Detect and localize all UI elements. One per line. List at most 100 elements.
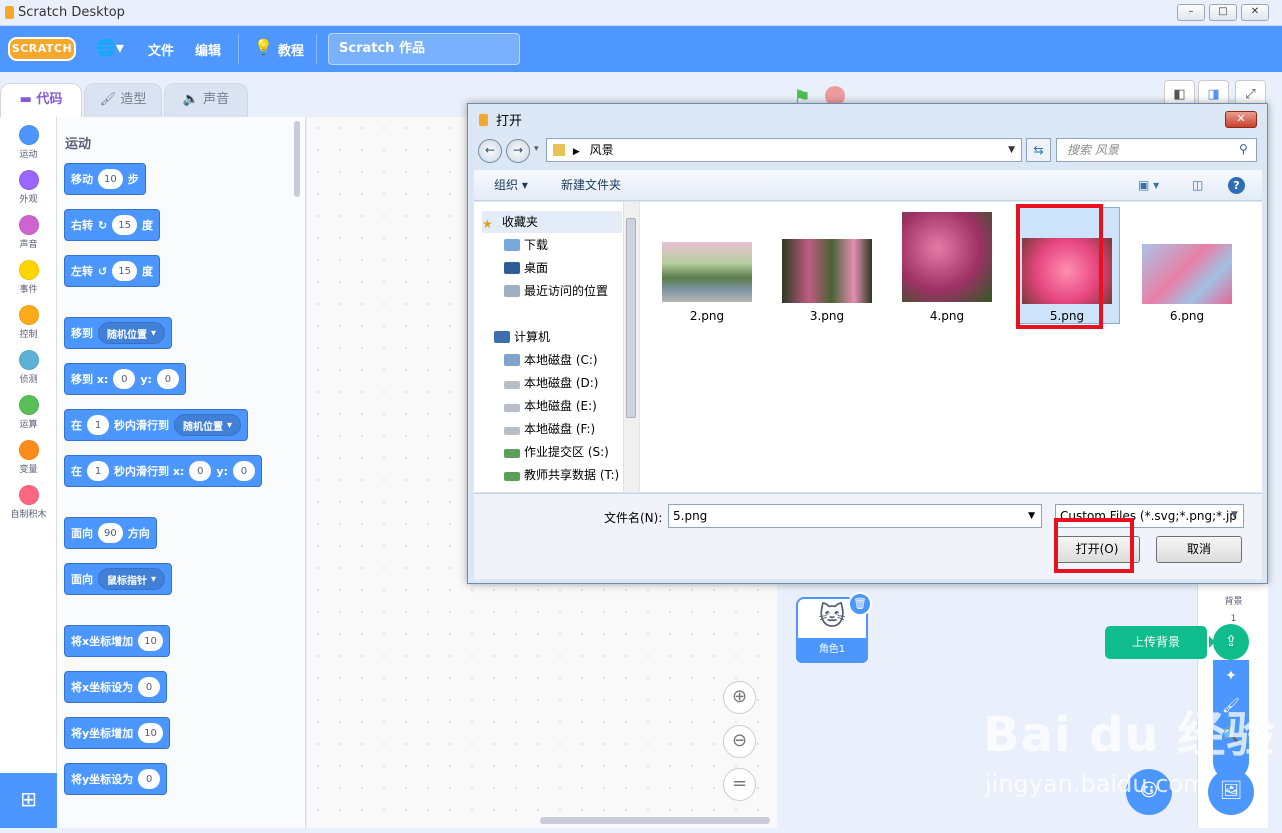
organize-button[interactable]: 组织 ▾ [494,170,528,200]
category-control[interactable]: 控制 [0,305,57,340]
category-operators[interactable]: 运算 [0,395,57,430]
block-point-direction[interactable]: 面向 90 方向 [64,517,157,549]
navigation-scrollbar[interactable] [623,202,639,492]
dialog-title: 打开 [496,114,523,129]
refresh-icon[interactable]: ⇆ [1026,138,1051,162]
menu-file[interactable]: 文件 [148,40,174,59]
zoom-out-icon[interactable]: ⊖ [723,725,756,758]
tab-code[interactable]: ▬ 代码 [0,83,82,117]
brush-icon: 🖌 [99,92,121,107]
chevron-down-icon[interactable]: ▼ [1028,505,1035,527]
block-goto-xy[interactable]: 移到 x: 0 y: 0 [64,363,186,395]
computer-icon [494,331,510,343]
block-point-towards[interactable]: 面向 鼠标指针 ▾ [64,563,173,595]
category-dot [18,260,39,280]
menu-edit[interactable]: 编辑 [195,40,221,59]
star-icon: ★ [482,217,493,231]
surprise-icon[interactable]: ✦ [1213,668,1249,684]
upload-icon[interactable]: ⇪ [1213,624,1249,660]
zoom-in-icon[interactable]: ⊕ [723,681,756,714]
file-name[interactable]: 4.png [887,309,1007,323]
maximize-button[interactable]: □ [1209,4,1237,21]
file-thumbnail[interactable] [662,242,752,302]
block-move-steps[interactable]: 移动 10 步 [64,163,146,195]
system-drive-icon [504,354,520,366]
category-motion[interactable]: 运动 [0,125,57,160]
preview-pane-icon[interactable]: ◫ [1192,170,1203,200]
dialog-close-button[interactable]: ✕ [1225,111,1257,128]
choose-backdrop-icon[interactable]: 🖼 [1208,769,1254,815]
open-file-dialog: 打开 ✕ ← → ▾ ▶ 风景 ▼ ⇆ 搜索 风景 ⚲ 组织 ▾ 新建文件夹 ▣… [467,103,1268,584]
network-drive-icon [504,449,520,458]
help-icon[interactable]: ? [1228,177,1245,194]
category-my-blocks[interactable]: 自制积木 [0,485,57,520]
address-bar[interactable]: ▶ 风景 ▼ [546,138,1022,162]
category-variables[interactable]: 变量 [0,440,57,475]
block-turn-left[interactable]: 左转 ↺ 15 度 [64,255,160,287]
app-icon [479,114,488,126]
recent-dropdown-icon[interactable]: ▾ [534,144,539,154]
category-events[interactable]: 事件 [0,260,57,295]
app-icon [5,6,14,19]
file-name[interactable]: 6.png [1127,309,1247,323]
zoom-reset-icon[interactable]: = [723,768,756,801]
palette-scrollbar[interactable] [294,121,300,197]
block-change-y[interactable]: 将y坐标增加 10 [64,717,170,749]
block-change-x[interactable]: 将x坐标增加 10 [64,625,170,657]
tab-costumes[interactable]: 🖌 造型 [84,83,162,117]
close-window-button[interactable]: ✕ [1241,4,1269,21]
stage-label: 背景 [1224,597,1243,607]
category-sensing[interactable]: 侦测 [0,350,57,385]
chevron-down-icon[interactable]: ▼ [1008,139,1015,161]
file-thumbnail[interactable] [1142,244,1232,304]
recent-places-icon [504,285,520,297]
menu-tutorials[interactable]: 教程 [278,40,304,59]
scratch-logo[interactable]: SCRATCH [8,37,76,61]
scroll-thumb[interactable] [626,218,636,418]
file-thumbnail[interactable] [902,212,992,302]
block-turn-right[interactable]: 右转 ↻ 15 度 [64,209,160,241]
upload-backdrop-tooltip: 上传背景 [1105,626,1215,659]
add-extension-icon[interactable]: ⊞ [0,773,57,828]
file-thumbnail[interactable] [782,239,872,303]
backdrop-count: 1 [1230,614,1237,624]
globe-icon[interactable]: 🌐▾ [96,38,124,57]
cancel-button[interactable]: 取消 [1156,536,1242,563]
desktop-icon [504,262,520,274]
workspace-scrollbar[interactable] [540,817,770,824]
forward-icon[interactable]: → [506,139,530,163]
view-options-icon[interactable]: ▣ ▾ [1138,170,1159,200]
filename-input[interactable]: 5.png ▼ [668,504,1042,528]
highlight-annotation [1016,204,1103,329]
back-icon[interactable]: ← [478,139,502,163]
chevron-down-icon: ▾ [151,573,157,585]
file-name[interactable]: 3.png [767,309,887,323]
delete-sprite-icon[interactable]: 🗑 [848,592,872,616]
category-sound[interactable]: 声音 [0,215,57,250]
category-dot [18,305,39,325]
sprite-name: 角色1 [796,638,868,663]
block-glide-xy[interactable]: 在 1 秒内滑行到 x: 0 y: 0 [64,455,262,487]
block-set-y[interactable]: 将y坐标设为 0 [64,763,168,795]
category-dot [18,215,39,235]
folder-icon [553,144,565,156]
file-name[interactable]: 2.png [647,309,767,323]
palette-heading: 运动 [65,137,92,152]
new-folder-button[interactable]: 新建文件夹 [561,170,621,200]
search-input[interactable]: 搜索 风景 [1056,138,1257,162]
block-glide[interactable]: 在 1 秒内滑行到 随机位置 ▾ [64,409,249,441]
block-palette: 运动 移动 10 步 右转 ↻ 15 度 左转 ↺ 15 度 移到 随机位置 ▾ 移到 x: 0 y: 0… [57,117,306,828]
chevron-down-icon[interactable]: ▼ [1231,510,1238,520]
tab-sounds[interactable]: 🔈 声音 [164,83,248,117]
block-set-x[interactable]: 将x坐标设为 0 [64,671,168,703]
current-folder: 风景 [589,143,614,157]
block-goto[interactable]: 移到 随机位置 ▾ [64,317,173,349]
tree-favorites[interactable]: ★ 收藏夹 [482,211,622,233]
watermark-url: jingyan.baidu.com [985,770,1207,798]
filename-label: 文件名(N): [604,511,663,525]
highlight-annotation [1054,518,1134,573]
search-icon[interactable]: ⚲ [1239,142,1248,156]
category-looks[interactable]: 外观 [0,170,57,205]
minimize-button[interactable]: – [1177,4,1205,21]
project-title-input[interactable]: Scratch 作品 [328,33,520,65]
